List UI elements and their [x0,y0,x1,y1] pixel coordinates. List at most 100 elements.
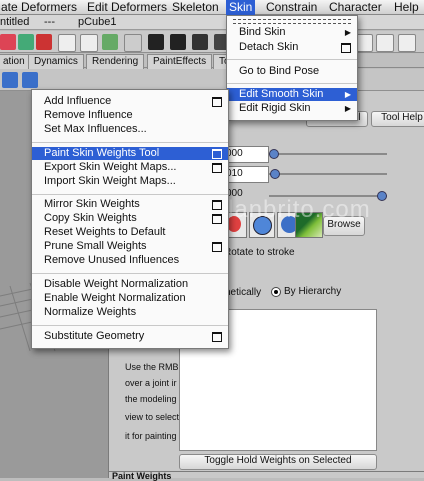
render-current-icon[interactable] [170,34,186,50]
menu-item-label: Add Influence [44,95,112,107]
menu-separator [32,194,228,195]
menu-item-copy-skin-weights[interactable]: Copy Skin Weights [32,212,228,225]
menu-item-export-skin-weight-maps[interactable]: Export Skin Weight Maps... [32,161,228,174]
render-view-icon[interactable] [148,34,164,50]
menu-item-detach-skin[interactable]: Detach Skin [227,41,357,54]
option-box-icon[interactable] [212,242,222,252]
menu-item-label: Remove Influence [44,109,133,121]
menu-item-label: Remove Unused Influences [44,254,180,266]
rotate-to-stroke-label: Rotate to stroke [224,247,295,258]
menu-item-label: Export Skin Weight Maps... [44,161,177,173]
menu-item-label: Substitute Geometry [44,330,145,342]
edit-smooth-skin-submenu: Add Influence Remove Influence Set Max I… [31,89,229,349]
radius-upper-slider[interactable] [269,153,387,155]
select-hierarchy-icon[interactable] [0,34,16,50]
menu-separator [227,83,357,84]
option-box-icon[interactable] [212,163,222,173]
menu-item-bind-skin[interactable]: Bind Skin ▶ [227,26,357,39]
menu-item-label: Copy Skin Weights [44,212,137,224]
menu-item-label: Edit Rigid Skin [239,102,311,114]
menu-create-deformers[interactable]: ate Deformers [0,0,80,15]
shelf-tool-icon[interactable] [2,72,18,88]
menu-item-import-skin-weight-maps[interactable]: Import Skin Weight Maps... [32,175,228,188]
menu-item-edit-rigid-skin[interactable]: Edit Rigid Skin ▶ [227,102,357,115]
radius-upper-field[interactable]: 000 [223,146,269,163]
radius-lower-field[interactable]: 010 [223,166,269,183]
sort-by-hierarchy-radio[interactable] [271,287,281,297]
tear-off-handle[interactable] [233,19,351,24]
menu-item-label: Edit Smooth Skin [239,88,324,100]
shelf-tab-rendering[interactable]: Rendering [86,54,145,69]
menu-item-remove-unused-influences[interactable]: Remove Unused Influences [32,254,228,267]
menu-item-label: Paint Skin Weights Tool [44,147,160,159]
radius-upper-slider-knob[interactable] [269,149,279,159]
sort-alphabetically-label: netically [225,287,262,298]
menu-help[interactable]: Help [391,0,422,15]
menu-separator [32,325,228,326]
construction-history-icon[interactable] [80,34,98,52]
menu-item-label: Set Max Influences... [44,123,147,135]
option-box-icon[interactable] [212,149,222,159]
menu-separator [227,59,357,60]
tool-help-button[interactable]: Tool Help [371,111,424,127]
radius-lower-slider-knob[interactable] [270,169,280,179]
scene-title-row: ntitled --- pCube1 [0,15,424,30]
menu-item-prune-small-weights[interactable]: Prune Small Weights [32,240,228,253]
menu-item-normalize-weights[interactable]: Normalize Weights [32,306,228,319]
history-icon[interactable] [58,34,76,52]
shelf-tool-icon[interactable] [22,72,38,88]
menu-item-substitute-geometry[interactable]: Substitute Geometry [32,330,228,343]
menu-item-label: Disable Weight Normalization [44,278,189,290]
submenu-arrow-icon: ▶ [344,28,351,37]
menu-item-mirror-skin-weights[interactable]: Mirror Skin Weights [32,198,228,211]
selected-object-name: pCube1 [78,16,117,28]
opacity-slider-knob[interactable] [377,191,387,201]
menu-skeleton[interactable]: Skeleton [169,0,222,15]
menu-item-reset-weights-to-default[interactable]: Reset Weights to Default [32,226,228,239]
layer-editor-toggle-icon[interactable] [398,34,416,52]
main-menu-bar: ate Deformers Edit Deformers Skeleton Sk… [0,0,424,15]
input-connections-icon[interactable] [102,34,118,50]
menu-skin[interactable]: Skin [226,0,256,15]
shelf-icons [0,69,424,91]
menu-item-label: Prune Small Weights [44,240,147,252]
menu-item-label: Import Skin Weight Maps... [44,175,176,187]
ipr-render-icon[interactable] [192,34,208,50]
menu-item-label: Reset Weights to Default [44,226,166,238]
scene-name: ntitled [0,16,30,28]
option-box-icon[interactable] [212,97,222,107]
help-text-line: over a joint ir [125,378,177,388]
menu-item-add-influence[interactable]: Add Influence [32,95,228,108]
menu-edit-deformers[interactable]: Edit Deformers [84,0,170,15]
option-box-icon[interactable] [212,214,222,224]
shelf-tab-animation[interactable]: ation [0,54,31,69]
menu-item-label: Enable Weight Normalization [44,292,186,304]
submenu-arrow-icon: ▶ [344,104,351,113]
skin-menu: Bind Skin ▶ Detach Skin Go to Bind Pose … [226,15,358,121]
select-object-icon[interactable] [18,34,34,50]
menu-item-label: Bind Skin [239,26,286,38]
menu-character[interactable]: Character [326,0,385,15]
shelf-tab-dynamics[interactable]: Dynamics [28,54,84,69]
toggle-hold-weights-button[interactable]: Toggle Hold Weights on Selected [179,454,377,470]
option-box-icon[interactable] [212,200,222,210]
option-box-icon[interactable] [212,332,222,342]
menu-item-enable-weight-normalization[interactable]: Enable Weight Normalization [32,292,228,305]
shelf-tab-painteffects[interactable]: PaintEffects [147,54,213,69]
help-text-line: Use the RMB [125,362,179,372]
menu-item-label: Detach Skin [239,41,299,53]
status-toolbar [0,31,424,53]
menu-item-go-to-bind-pose[interactable]: Go to Bind Pose [227,65,357,78]
option-box-icon[interactable] [341,43,351,53]
snap-magnet-icon[interactable] [36,34,52,50]
menu-constrain[interactable]: Constrain [263,0,320,15]
paint-weights-section-label[interactable]: Paint Weights [112,471,171,481]
menu-item-edit-smooth-skin[interactable]: Edit Smooth Skin ▶ [227,88,357,101]
channel-box-toggle-icon[interactable] [376,34,394,52]
menu-item-set-max-influences[interactable]: Set Max Influences... [32,123,228,136]
menu-item-paint-skin-weights-tool[interactable]: Paint Skin Weights Tool [32,147,228,160]
menu-item-disable-weight-normalization[interactable]: Disable Weight Normalization [32,278,228,291]
menu-item-remove-influence[interactable]: Remove Influence [32,109,228,122]
output-connections-icon[interactable] [124,34,142,52]
radius-lower-slider[interactable] [269,173,387,175]
